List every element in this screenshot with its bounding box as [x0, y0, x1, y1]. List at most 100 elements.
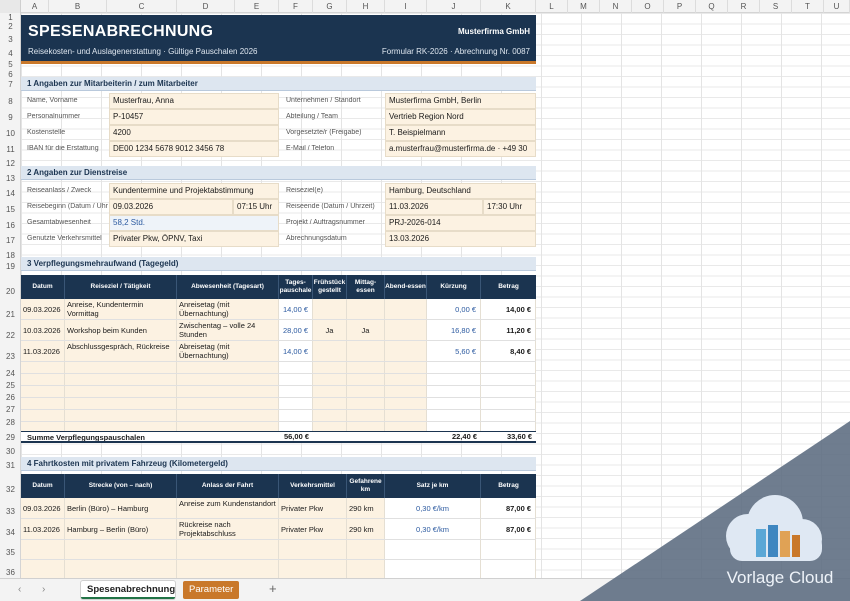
row-header[interactable]: 21	[0, 310, 20, 319]
row-header[interactable]: 13	[0, 174, 20, 183]
cell-empty[interactable]	[21, 374, 65, 385]
cell-empty[interactable]	[21, 362, 65, 373]
row-header[interactable]: 17	[0, 236, 20, 245]
row-header[interactable]: 36	[0, 568, 20, 577]
row-header[interactable]: 15	[0, 205, 20, 214]
column-header[interactable]: I	[385, 0, 427, 13]
row-header[interactable]: 4	[0, 49, 20, 58]
cell-lunch[interactable]	[347, 341, 385, 361]
row-header[interactable]: 20	[0, 287, 20, 296]
row-header[interactable]: 26	[0, 393, 20, 402]
cell-lunch[interactable]: Ja	[347, 320, 385, 340]
field-email-phone[interactable]: a.musterfrau@musterfirma.de · +49 30	[385, 141, 536, 157]
column-header[interactable]: F	[279, 0, 313, 13]
column-header[interactable]: M	[568, 0, 600, 13]
cell-empty[interactable]	[21, 540, 65, 559]
cell-breakfast[interactable]: Ja	[313, 320, 347, 340]
column-header[interactable]: N	[600, 0, 632, 13]
column-header[interactable]: U	[824, 0, 850, 13]
field-trip-end-date[interactable]: 11.03.2026	[385, 199, 483, 215]
cell-breakfast[interactable]	[313, 341, 347, 361]
row-header[interactable]: 32	[0, 485, 20, 494]
row-header[interactable]: 28	[0, 418, 20, 427]
cell-lunch[interactable]	[347, 299, 385, 319]
column-header[interactable]: C	[107, 0, 177, 13]
row-header[interactable]: 9	[0, 113, 20, 122]
row-header[interactable]: 23	[0, 352, 20, 361]
field-trip-start-time[interactable]: 07:15 Uhr	[233, 199, 279, 215]
cell-empty[interactable]	[21, 386, 65, 397]
cell-empty[interactable]	[177, 374, 279, 385]
cell-dinner[interactable]	[385, 320, 427, 340]
column-header[interactable]: B	[49, 0, 107, 13]
cell-empty[interactable]	[313, 386, 347, 397]
add-sheet-icon[interactable]: +	[269, 581, 277, 596]
cell-empty[interactable]	[385, 386, 427, 397]
column-header[interactable]: T	[792, 0, 824, 13]
row-header[interactable]: 14	[0, 189, 20, 198]
row-header[interactable]: 27	[0, 405, 20, 414]
cell-dinner[interactable]	[385, 341, 427, 361]
row-header[interactable]: 11	[0, 145, 20, 154]
cell-empty[interactable]	[313, 410, 347, 421]
cell-km[interactable]: 290 km	[347, 498, 385, 518]
cell-empty[interactable]	[65, 410, 177, 421]
cell-empty[interactable]	[279, 560, 347, 578]
row-header[interactable]: 22	[0, 331, 20, 340]
row-header[interactable]: 29	[0, 433, 20, 442]
select-all-corner[interactable]	[0, 0, 21, 13]
tab-parameter[interactable]: Parameter	[183, 581, 239, 599]
column-header[interactable]: Q	[696, 0, 728, 13]
cell-km[interactable]: 290 km	[347, 519, 385, 539]
row-header[interactable]: 18	[0, 251, 20, 260]
cell-date[interactable]: 11.03.2026	[21, 519, 65, 539]
cell-date[interactable]: 10.03.2026	[21, 320, 65, 340]
field-cost-center[interactable]: 4200	[109, 125, 279, 141]
cell-empty[interactable]	[385, 374, 427, 385]
row-header[interactable]: 6	[0, 70, 20, 79]
cell-empty[interactable]	[177, 398, 279, 409]
row-header[interactable]: 30	[0, 447, 20, 456]
cell-destination[interactable]: Abschlussgespräch, Rückreise	[65, 341, 177, 361]
cell-empty[interactable]	[177, 560, 279, 578]
tab-spesenabrechnung[interactable]: Spesenabrechnung	[81, 581, 175, 599]
field-iban[interactable]: DE00 1234 5678 9012 3456 78	[109, 141, 279, 157]
cell-empty[interactable]	[279, 540, 347, 559]
cell-empty[interactable]	[347, 362, 385, 373]
cell-empty[interactable]	[313, 374, 347, 385]
cell-empty[interactable]	[347, 386, 385, 397]
cell-empty[interactable]	[177, 386, 279, 397]
cell-trip-purpose[interactable]: Rückreise nach Projektabschluss	[177, 519, 279, 539]
cell-route[interactable]: Berlin (Büro) – Hamburg	[65, 498, 177, 518]
cell-empty[interactable]	[313, 362, 347, 373]
cell-empty[interactable]	[385, 398, 427, 409]
cell-empty[interactable]	[21, 398, 65, 409]
cell-empty[interactable]	[347, 398, 385, 409]
field-personnel-number[interactable]: P-10457	[109, 109, 279, 125]
cell-empty[interactable]	[347, 410, 385, 421]
cell-empty[interactable]	[385, 362, 427, 373]
cell-empty[interactable]	[21, 410, 65, 421]
row-header[interactable]: 31	[0, 461, 20, 470]
column-header[interactable]: O	[632, 0, 664, 13]
row-header[interactable]: 12	[0, 159, 20, 168]
cell-absence[interactable]: Abreisetag (mit Übernachtung)	[177, 341, 279, 361]
row-header[interactable]: 35	[0, 548, 20, 557]
column-header[interactable]: S	[760, 0, 792, 13]
cell-dinner[interactable]	[385, 299, 427, 319]
cell-vehicle[interactable]: Privater Pkw	[279, 519, 347, 539]
cell-absence[interactable]: Anreisetag (mit Übernachtung)	[177, 299, 279, 319]
cell-empty[interactable]	[65, 386, 177, 397]
field-settlement-date[interactable]: 13.03.2026	[385, 231, 536, 247]
cell-empty[interactable]	[65, 540, 177, 559]
cell-date[interactable]: 11.03.2026	[21, 341, 65, 361]
row-header[interactable]: 7	[0, 80, 20, 89]
field-name[interactable]: Musterfrau, Anna	[109, 93, 279, 109]
column-header[interactable]: E	[235, 0, 279, 13]
field-trip-end-time[interactable]: 17:30 Uhr	[483, 199, 536, 215]
field-purpose[interactable]: Kundentermine und Projektabstimmung	[109, 183, 279, 199]
cell-trip-purpose[interactable]: Anreise zum Kundenstandort	[177, 498, 279, 518]
cell-empty[interactable]	[177, 540, 279, 559]
column-header[interactable]: P	[664, 0, 696, 13]
row-header[interactable]: 5	[0, 60, 20, 69]
